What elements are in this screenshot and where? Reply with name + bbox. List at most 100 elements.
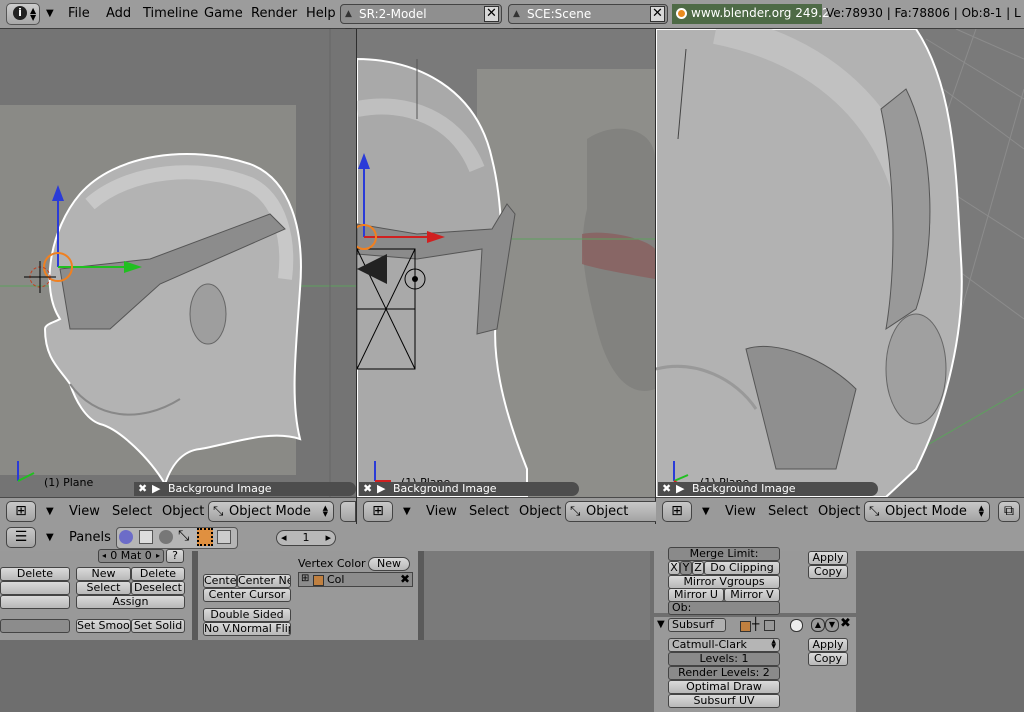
deselect-material-button[interactable]: Deselect (131, 581, 185, 595)
render-toggle-icon[interactable] (740, 621, 751, 632)
menu-select[interactable]: Select (112, 504, 152, 519)
menu-add[interactable]: Add (106, 6, 131, 21)
collapse-arrow-icon[interactable]: ▼ (657, 619, 665, 630)
realtime-toggle-icon[interactable]: ┼ (752, 617, 759, 631)
render-levels-field[interactable]: Render Levels: 2 (668, 666, 780, 680)
expand-arrow-icon[interactable]: ▶ (152, 482, 160, 496)
copy-subsurf-button[interactable]: Copy (808, 652, 848, 666)
expand-arrow-icon[interactable]: ▶ (377, 482, 385, 496)
close-icon[interactable]: ✖ (400, 572, 410, 586)
editing-context-icon[interactable] (197, 528, 213, 546)
menu-view[interactable]: View (69, 504, 100, 519)
centre-cursor-button[interactable]: Center Cursor (203, 588, 291, 602)
menu-file[interactable]: File (68, 6, 90, 21)
scene-selector[interactable]: ▲▼ SCE:Scene ✕ (508, 4, 668, 37)
viewport-front[interactable]: (1) Plane ✖ ▶ Background Image (357, 29, 655, 497)
script-context-icon[interactable] (139, 530, 153, 544)
assign-material-button[interactable]: Assign (76, 595, 185, 609)
material-index-field[interactable]: ◂ 0 Mat 0 ▸ (98, 549, 164, 563)
frame-number-field[interactable]: ◂ 1 ▸ (276, 530, 336, 546)
background-image-bar[interactable]: ✖ ▶ Background Image (658, 482, 878, 496)
collapse-menus-icon[interactable]: ▼ (46, 8, 54, 19)
mirror-u-toggle[interactable]: Mirror U (668, 588, 724, 602)
new-vertex-color-button[interactable]: New (368, 557, 410, 571)
subsurf-uv-toggle[interactable]: Subsurf UV (668, 694, 780, 708)
optimal-draw-toggle[interactable]: Optimal Draw (668, 680, 780, 694)
screen-selector[interactable]: ▲▼ SR:2-Model ✕ (340, 4, 502, 37)
close-icon[interactable]: ✖ (363, 482, 372, 496)
apply-mirror-button[interactable]: Apply (808, 551, 848, 565)
collapse-menus-icon[interactable]: ▼ (403, 506, 411, 517)
move-down-icon[interactable]: ▼ (825, 618, 839, 632)
draw-type-button[interactable] (340, 501, 356, 522)
menu-object[interactable]: Object (818, 504, 860, 519)
background-image-bar[interactable]: ✖ ▶ Background Image (359, 482, 579, 496)
set-smooth-button[interactable]: Set Smoot (76, 619, 131, 633)
set-solid-button[interactable]: Set Solid (131, 619, 185, 633)
do-clipping-toggle[interactable]: Do Clipping (704, 561, 780, 575)
material-help-button[interactable]: ? (166, 549, 184, 563)
checkbox-icon[interactable] (313, 575, 324, 586)
collapse-menus-icon[interactable]: ▼ (46, 532, 54, 543)
background-image-bar[interactable]: ✖ ▶ Background Image (134, 482, 356, 496)
menu-object[interactable]: Object (162, 504, 204, 519)
draw-type-icon[interactable]: ⧉ (998, 501, 1020, 522)
menu-render[interactable]: Render (251, 6, 297, 21)
move-up-icon[interactable]: ▲ (811, 618, 825, 632)
vgroup-assign-button[interactable] (0, 595, 70, 609)
window-type-buttons-icon[interactable]: ☰ (6, 527, 36, 548)
axis-x-toggle[interactable]: X (668, 561, 680, 575)
levels-field[interactable]: Levels: 1 (668, 652, 780, 666)
scene-context-icon[interactable] (217, 530, 231, 544)
vertex-color-field[interactable]: ⊞ Col ✖ (298, 572, 413, 587)
object-mode-selector[interactable]: ⤡ Object Mod (565, 501, 657, 538)
expand-arrow-icon[interactable]: ▶ (676, 482, 684, 496)
select-material-button[interactable]: Select (76, 581, 131, 595)
menu-select[interactable]: Select (469, 504, 509, 519)
axis-z-toggle[interactable]: Z (692, 561, 704, 575)
window-type-3d-icon[interactable]: ⊞ (6, 501, 36, 522)
window-type-3d-icon[interactable]: ⊞ (363, 501, 393, 522)
double-sided-toggle[interactable]: Double Sided (203, 608, 291, 622)
copy-mirror-button[interactable]: Copy (808, 565, 848, 579)
logic-context-icon[interactable] (119, 530, 133, 544)
collapse-menus-icon[interactable]: ▼ (46, 506, 54, 517)
subdivision-type-select[interactable]: Catmull-Clark ▲ ▼ (668, 638, 780, 652)
mirror-vgroups-toggle[interactable]: Mirror Vgroups (668, 575, 780, 589)
window-type-3d-icon[interactable]: ⊞ (662, 501, 692, 522)
delete-vgroup-button[interactable]: Delete (0, 567, 70, 581)
no-vnormal-flip-toggle[interactable]: No V.Normal Flip (203, 622, 291, 636)
panels-menu[interactable]: Panels (69, 530, 111, 545)
mirror-object-field[interactable]: Ob: (668, 601, 780, 615)
menu-view[interactable]: View (426, 504, 457, 519)
object-mode-selector[interactable]: ⤡ Object Mode ▲ ▼ (208, 501, 334, 522)
menu-select[interactable]: Select (768, 504, 808, 519)
new-material-button[interactable]: New (76, 567, 131, 581)
collapse-menus-icon[interactable]: ▼ (702, 506, 710, 517)
delete-material-button[interactable]: Delete (131, 567, 185, 581)
menu-timeline[interactable]: Timeline (143, 6, 198, 21)
vgroup-select-button[interactable] (0, 581, 70, 595)
close-icon[interactable]: ✕ (650, 6, 665, 22)
menu-view[interactable]: View (725, 504, 756, 519)
merge-limit-field[interactable]: Merge Limit: 0.0010 (668, 547, 780, 572)
info-window-type-button[interactable]: i ▲ ▼ (6, 3, 40, 25)
cage-toggle-icon[interactable] (790, 619, 803, 632)
close-icon[interactable]: ✕ (484, 6, 499, 22)
viewport-perspective[interactable]: (1) Plane ✖ ▶ Background Image (656, 29, 1024, 497)
centre-new-button[interactable]: Center Ne (237, 574, 291, 588)
menu-help[interactable]: Help (306, 6, 336, 21)
weight-slider[interactable] (0, 619, 70, 633)
close-icon[interactable]: ✖ (662, 482, 671, 496)
mirror-v-toggle[interactable]: Mirror V (724, 588, 780, 602)
axis-y-toggle[interactable]: Y (680, 561, 692, 575)
menu-object[interactable]: Object (519, 504, 561, 519)
subsurf-name-field[interactable]: Subsurf (668, 618, 726, 632)
object-mode-selector[interactable]: ⤡ Object Mode ▲ ▼ (864, 501, 990, 522)
centre-button[interactable]: Cente (203, 574, 237, 588)
shading-context-icon[interactable] (159, 530, 173, 544)
close-icon[interactable]: ✖ (138, 482, 147, 496)
viewport-side[interactable]: (1) Plane ✖ ▶ Background Image (0, 29, 356, 497)
object-context-icon[interactable]: ⤡ (178, 528, 189, 544)
editmode-toggle-icon[interactable] (764, 620, 775, 631)
